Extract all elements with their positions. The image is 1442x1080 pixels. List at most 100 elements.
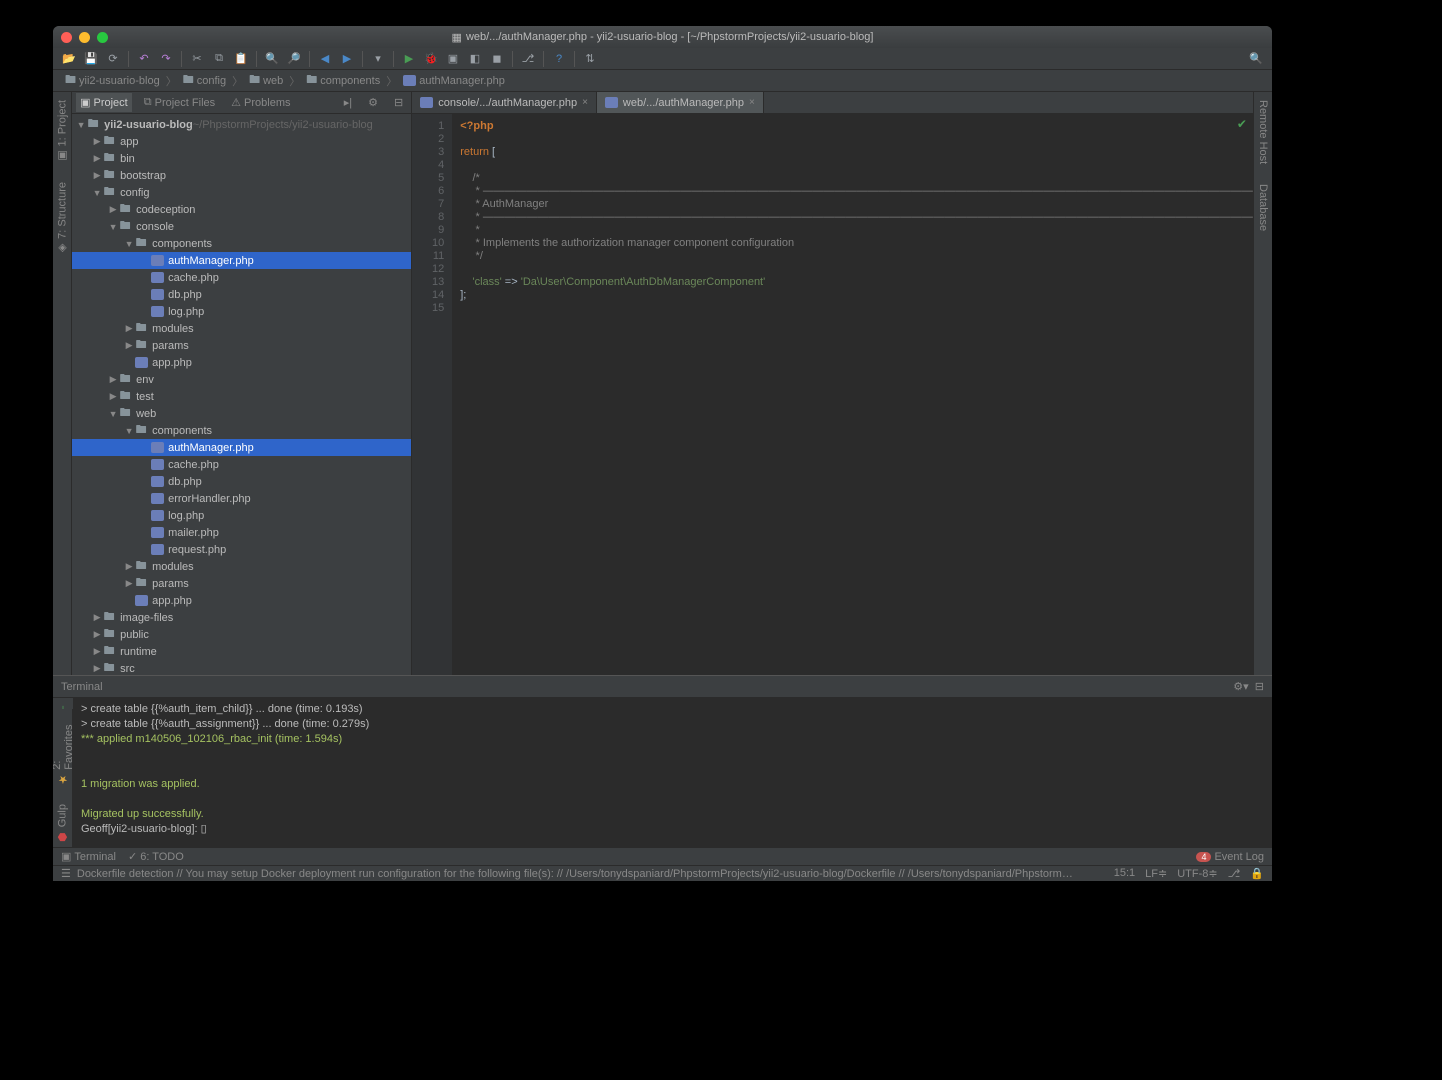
folder-icon: 🖿 (183, 71, 194, 90)
sync-icon[interactable]: ⟳ (103, 50, 123, 68)
breadcrumb-item[interactable]: 🖿 components (302, 71, 384, 90)
tree-folder[interactable]: ▶🖿image-files (72, 609, 411, 626)
tree-folder[interactable]: ▶🖿params (72, 337, 411, 354)
undo-icon[interactable]: ↶ (134, 50, 154, 68)
collapse-tree-icon[interactable]: ▸| (340, 93, 356, 112)
editor-tab[interactable]: console/.../authManager.php× (412, 92, 597, 113)
close-tab-icon[interactable]: × (582, 97, 588, 108)
project-tool-tab[interactable]: ▣1: Project (56, 96, 69, 166)
tree-file[interactable]: db.php (72, 473, 411, 490)
tree-folder[interactable]: ▶🖿runtime (72, 643, 411, 660)
tree-file[interactable]: mailer.php (72, 524, 411, 541)
tree-file[interactable]: db.php (72, 286, 411, 303)
editor-tab[interactable]: web/.../authManager.php× (597, 92, 764, 113)
terminal-output[interactable]: > create table {{%auth_item_child}} ... … (73, 698, 1272, 847)
minimize-window-button[interactable] (79, 32, 90, 43)
help-icon[interactable]: ? (549, 50, 569, 68)
database-tab[interactable]: Database (1257, 180, 1269, 235)
tree-folder[interactable]: ▶🖿bootstrap (72, 167, 411, 184)
tree-folder[interactable]: ▶🖿modules (72, 558, 411, 575)
breadcrumb-item[interactable]: 🖿 config (179, 71, 230, 90)
tree-file[interactable]: app.php (72, 354, 411, 371)
folder-icon: 🖿 (118, 220, 132, 234)
tree-folder[interactable]: ▶🖿env (72, 371, 411, 388)
structure-tool-tab[interactable]: ◈7: Structure (56, 178, 69, 259)
tree-root[interactable]: ▼🖿yii2-usuario-blog ~/PhpstormProjects/y… (72, 116, 411, 133)
project-files-tab[interactable]: ⧉ Project Files (140, 93, 219, 112)
code-text[interactable]: ✔ <?phpreturn [ /* * ———————————————————… (452, 114, 1253, 675)
tree-folder[interactable]: ▶🖿public (72, 626, 411, 643)
tree-folder[interactable]: ▶🖿test (72, 388, 411, 405)
deployment-icon[interactable]: ⇅ (580, 50, 600, 68)
find-icon[interactable]: 🔍 (262, 50, 282, 68)
tree-folder[interactable]: ▶🖿src (72, 660, 411, 675)
terminal-hide-icon[interactable]: ⊟ (1255, 681, 1264, 693)
terminal-panel: Terminal ⚙▾ ⊟ ＋ ✕ > create table {{%auth… (53, 675, 1272, 847)
tree-folder[interactable]: ▶🖿modules (72, 320, 411, 337)
run-icon[interactable]: ▶ (399, 50, 419, 68)
terminal-gear-icon[interactable]: ⚙▾ (1233, 681, 1248, 693)
tree-folder[interactable]: ▶🖿params (72, 575, 411, 592)
panel-gear-icon[interactable]: ⚙ (364, 93, 382, 112)
tree-folder[interactable]: ▼🖿components (72, 422, 411, 439)
tree-file[interactable]: log.php (72, 507, 411, 524)
tree-folder[interactable]: ▼🖿config (72, 184, 411, 201)
tree-file[interactable]: cache.php (72, 456, 411, 473)
vcs-icon[interactable]: ⎇ (518, 50, 538, 68)
replace-icon[interactable]: 🔎 (284, 50, 304, 68)
coverage-icon[interactable]: ▣ (443, 50, 463, 68)
back-icon[interactable]: ◀ (315, 50, 335, 68)
gulp-tab[interactable]: ⬣Gulp (56, 800, 69, 847)
debug-icon[interactable]: 🐞 (421, 50, 441, 68)
project-view-tab[interactable]: ▣ Project (76, 93, 132, 112)
todo-tab[interactable]: ✓ 6: TODO (128, 850, 184, 863)
caret-position[interactable]: 15:1 (1114, 867, 1135, 880)
tree-file[interactable]: request.php (72, 541, 411, 558)
tree-file[interactable]: app.php (72, 592, 411, 609)
favorites-tab[interactable]: ★2: Favorites (53, 713, 75, 790)
redo-icon[interactable]: ↷ (156, 50, 176, 68)
close-tab-icon[interactable]: × (749, 97, 755, 108)
tree-folder[interactable]: ▼🖿web (72, 405, 411, 422)
problems-tab[interactable]: ⚠ Problems (227, 93, 294, 112)
folder-icon: 🖿 (134, 322, 148, 336)
breadcrumb-item[interactable]: 🖿 yii2-usuario-blog (61, 71, 164, 90)
terminal-tab[interactable]: ▣ Terminal (61, 850, 116, 863)
tree-folder[interactable]: ▼🖿components (72, 235, 411, 252)
window-title: ▦ web/.../authManager.php - yii2-usuario… (452, 31, 874, 44)
left-tool-strip: ▣1: Project ◈7: Structure (53, 92, 72, 675)
tree-file[interactable]: authManager.php (72, 252, 411, 269)
tree-file[interactable]: authManager.php (72, 439, 411, 456)
copy-icon[interactable]: ⧉ (209, 50, 229, 68)
event-log-tab[interactable]: 4 Event Log (1196, 851, 1264, 863)
tree-folder[interactable]: ▶🖿app (72, 133, 411, 150)
zoom-window-button[interactable] (97, 32, 108, 43)
tree-file[interactable]: cache.php (72, 269, 411, 286)
breadcrumb-item[interactable]: 🖿 web (245, 71, 287, 90)
run-config-dropdown[interactable]: ▾ (368, 50, 388, 68)
search-everywhere-icon[interactable]: 🔍 (1246, 50, 1266, 68)
line-separator[interactable]: LF≑ (1145, 867, 1167, 880)
close-window-button[interactable] (61, 32, 72, 43)
status-icon[interactable]: ☰ (61, 867, 71, 880)
git-icon[interactable]: ⎇ (1228, 867, 1241, 880)
forward-icon[interactable]: ▶ (337, 50, 357, 68)
hide-panel-icon[interactable]: ⊟ (390, 93, 407, 112)
tree-folder[interactable]: ▼🖿console (72, 218, 411, 235)
tree-file[interactable]: log.php (72, 303, 411, 320)
encoding[interactable]: UTF-8≑ (1177, 867, 1217, 880)
tree-folder[interactable]: ▶🖿codeception (72, 201, 411, 218)
tree-file[interactable]: errorHandler.php (72, 490, 411, 507)
project-tree[interactable]: ▼🖿yii2-usuario-blog ~/PhpstormProjects/y… (72, 114, 411, 675)
php-icon (150, 475, 164, 489)
stop-icon[interactable]: ◼ (487, 50, 507, 68)
save-icon[interactable]: 💾 (81, 50, 101, 68)
paste-icon[interactable]: 📋 (231, 50, 251, 68)
breadcrumb-item[interactable]: authManager.php (399, 75, 509, 87)
tree-folder[interactable]: ▶🖿bin (72, 150, 411, 167)
remote-host-tab[interactable]: Remote Host (1257, 96, 1269, 168)
cut-icon[interactable]: ✂ (187, 50, 207, 68)
profile-icon[interactable]: ◧ (465, 50, 485, 68)
lock-icon[interactable]: 🔒 (1250, 867, 1264, 880)
open-icon[interactable]: 📂 (59, 50, 79, 68)
